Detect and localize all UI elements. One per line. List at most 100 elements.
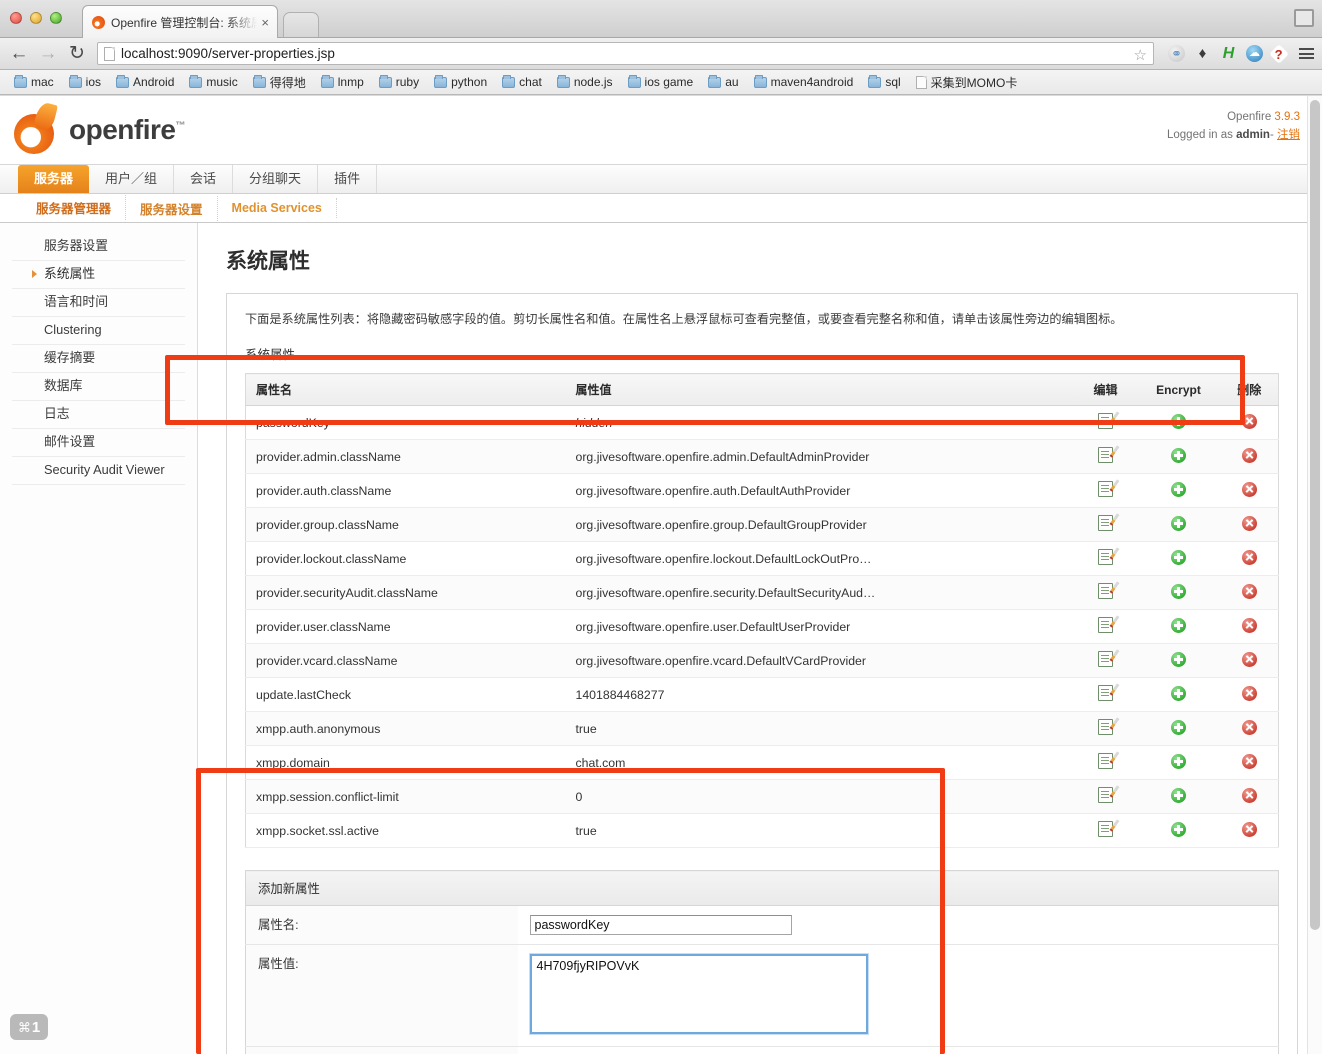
green-plus-icon[interactable] [1171, 583, 1186, 599]
edit-icon[interactable] [1098, 515, 1113, 531]
sidebar-item[interactable]: 日志 [12, 401, 185, 429]
primary-tab[interactable]: 服务器 [18, 165, 90, 193]
edit-icon[interactable] [1098, 651, 1113, 667]
bookmark-item[interactable]: 得得地 [247, 72, 312, 93]
edit-icon[interactable] [1098, 685, 1113, 701]
reload-button[interactable]: ↻ [66, 44, 88, 63]
cell-encrypt[interactable] [1136, 575, 1221, 610]
green-plus-icon[interactable] [1171, 719, 1186, 735]
green-plus-icon[interactable] [1171, 481, 1186, 497]
minimize-window-button[interactable] [30, 12, 42, 24]
sidebar-item[interactable]: 数据库 [12, 373, 185, 401]
maximize-window-button[interactable] [50, 12, 62, 24]
cell-edit[interactable] [1074, 643, 1137, 678]
primary-tab[interactable]: 会话 [174, 165, 234, 193]
sidebar-item[interactable]: 服务器设置 [12, 233, 185, 261]
cell-delete[interactable] [1220, 779, 1279, 814]
red-delete-icon[interactable] [1241, 753, 1257, 769]
pocket-icon[interactable]: ♦ [1194, 45, 1211, 62]
red-delete-icon[interactable] [1241, 685, 1257, 701]
sidebar-item[interactable]: 系统属性 [12, 261, 185, 289]
secondary-tab[interactable]: 服务器管理器 [22, 194, 127, 222]
cell-edit[interactable] [1074, 541, 1137, 576]
edit-icon[interactable] [1098, 447, 1113, 463]
column-header-property-name[interactable]: 属性名 [245, 373, 566, 406]
bookmark-item[interactable]: music [183, 73, 243, 91]
property-value-textarea[interactable]: 4H709fjyRIPOVvK [528, 953, 869, 1035]
bookmark-star-icon[interactable]: ☆ [1134, 46, 1147, 64]
cell-edit[interactable] [1074, 439, 1137, 474]
red-delete-icon[interactable] [1241, 413, 1257, 429]
edit-icon[interactable] [1098, 583, 1113, 599]
bookmark-item[interactable]: ruby [373, 73, 425, 91]
bookmark-item[interactable]: sql [862, 73, 906, 91]
cell-edit[interactable] [1074, 779, 1137, 814]
browser-menu-icon[interactable] [1299, 48, 1314, 59]
edit-icon[interactable] [1098, 753, 1113, 769]
bookmark-item[interactable]: Android [110, 73, 180, 91]
cell-edit[interactable] [1074, 507, 1137, 542]
green-plus-icon[interactable] [1171, 821, 1186, 837]
cell-edit[interactable] [1074, 473, 1137, 508]
sidebar-item[interactable]: Clustering [12, 317, 185, 345]
red-delete-icon[interactable] [1241, 515, 1257, 531]
logout-link[interactable]: 注销 [1277, 129, 1300, 141]
edit-icon[interactable] [1098, 617, 1113, 633]
back-button[interactable]: ← [8, 44, 30, 63]
cell-edit[interactable] [1074, 677, 1137, 712]
cell-delete[interactable] [1220, 711, 1279, 746]
page-scrollbar-track[interactable] [1307, 96, 1322, 1054]
cell-delete[interactable] [1220, 745, 1279, 780]
red-delete-icon[interactable] [1241, 447, 1257, 463]
sidebar-item[interactable]: 语言和时间 [12, 289, 185, 317]
red-delete-icon[interactable] [1241, 583, 1257, 599]
cell-delete[interactable] [1220, 643, 1279, 678]
red-delete-icon[interactable] [1241, 481, 1257, 497]
cell-encrypt[interactable] [1136, 643, 1221, 678]
bookmark-item[interactable]: 采集到MOMO卡 [910, 72, 1024, 93]
cell-delete[interactable] [1220, 507, 1279, 542]
bookmark-item[interactable]: chat [496, 73, 548, 91]
evernote-icon[interactable]: ⚭ [1168, 45, 1185, 62]
secondary-tab[interactable]: Media Services [218, 198, 337, 218]
primary-tab[interactable]: 插件 [318, 165, 378, 193]
property-name-input[interactable] [529, 915, 792, 935]
cell-delete[interactable] [1220, 439, 1279, 474]
bookmark-item[interactable]: mac [8, 73, 60, 91]
cell-encrypt[interactable] [1136, 507, 1221, 542]
primary-tab[interactable]: 用户／组 [89, 165, 175, 193]
cell-encrypt[interactable] [1136, 609, 1221, 644]
edit-icon[interactable] [1098, 481, 1113, 497]
edit-icon[interactable] [1098, 549, 1113, 565]
question-diamond-icon[interactable]: ? [1269, 43, 1289, 64]
edit-icon[interactable] [1098, 413, 1113, 429]
sidebar-item[interactable]: 邮件设置 [12, 429, 185, 457]
green-plus-icon[interactable] [1171, 753, 1186, 769]
new-tab-button[interactable] [283, 12, 319, 37]
bookmark-item[interactable]: node.js [551, 73, 619, 91]
forward-button[interactable]: → [37, 44, 59, 63]
page-info-icon[interactable] [104, 46, 115, 61]
bookmark-item[interactable]: ios game [622, 73, 700, 91]
edit-icon[interactable] [1098, 787, 1113, 803]
cell-edit[interactable] [1074, 609, 1137, 644]
red-delete-icon[interactable] [1241, 821, 1257, 837]
bookmark-item[interactable]: maven4android [748, 73, 860, 91]
cell-delete[interactable] [1220, 473, 1279, 508]
edit-icon[interactable] [1098, 719, 1113, 735]
cell-edit[interactable] [1074, 813, 1137, 848]
globe-extension-icon[interactable]: ☁ [1246, 45, 1263, 62]
browser-tab[interactable]: Openfire 管理控制台: 系统属性 × [82, 5, 278, 38]
bookmark-item[interactable]: au [702, 73, 744, 91]
cell-delete[interactable] [1220, 813, 1279, 848]
primary-tab[interactable]: 分组聊天 [233, 165, 319, 193]
green-plus-icon[interactable] [1171, 787, 1186, 803]
secondary-tab[interactable]: 服务器设置 [126, 195, 218, 221]
bookmark-item[interactable]: python [428, 73, 493, 91]
red-delete-icon[interactable] [1241, 651, 1257, 667]
cell-encrypt[interactable] [1136, 813, 1221, 848]
red-delete-icon[interactable] [1241, 617, 1257, 633]
cell-encrypt[interactable] [1136, 711, 1221, 746]
cell-encrypt[interactable] [1136, 677, 1221, 712]
h-extension-icon[interactable]: H [1220, 45, 1237, 62]
